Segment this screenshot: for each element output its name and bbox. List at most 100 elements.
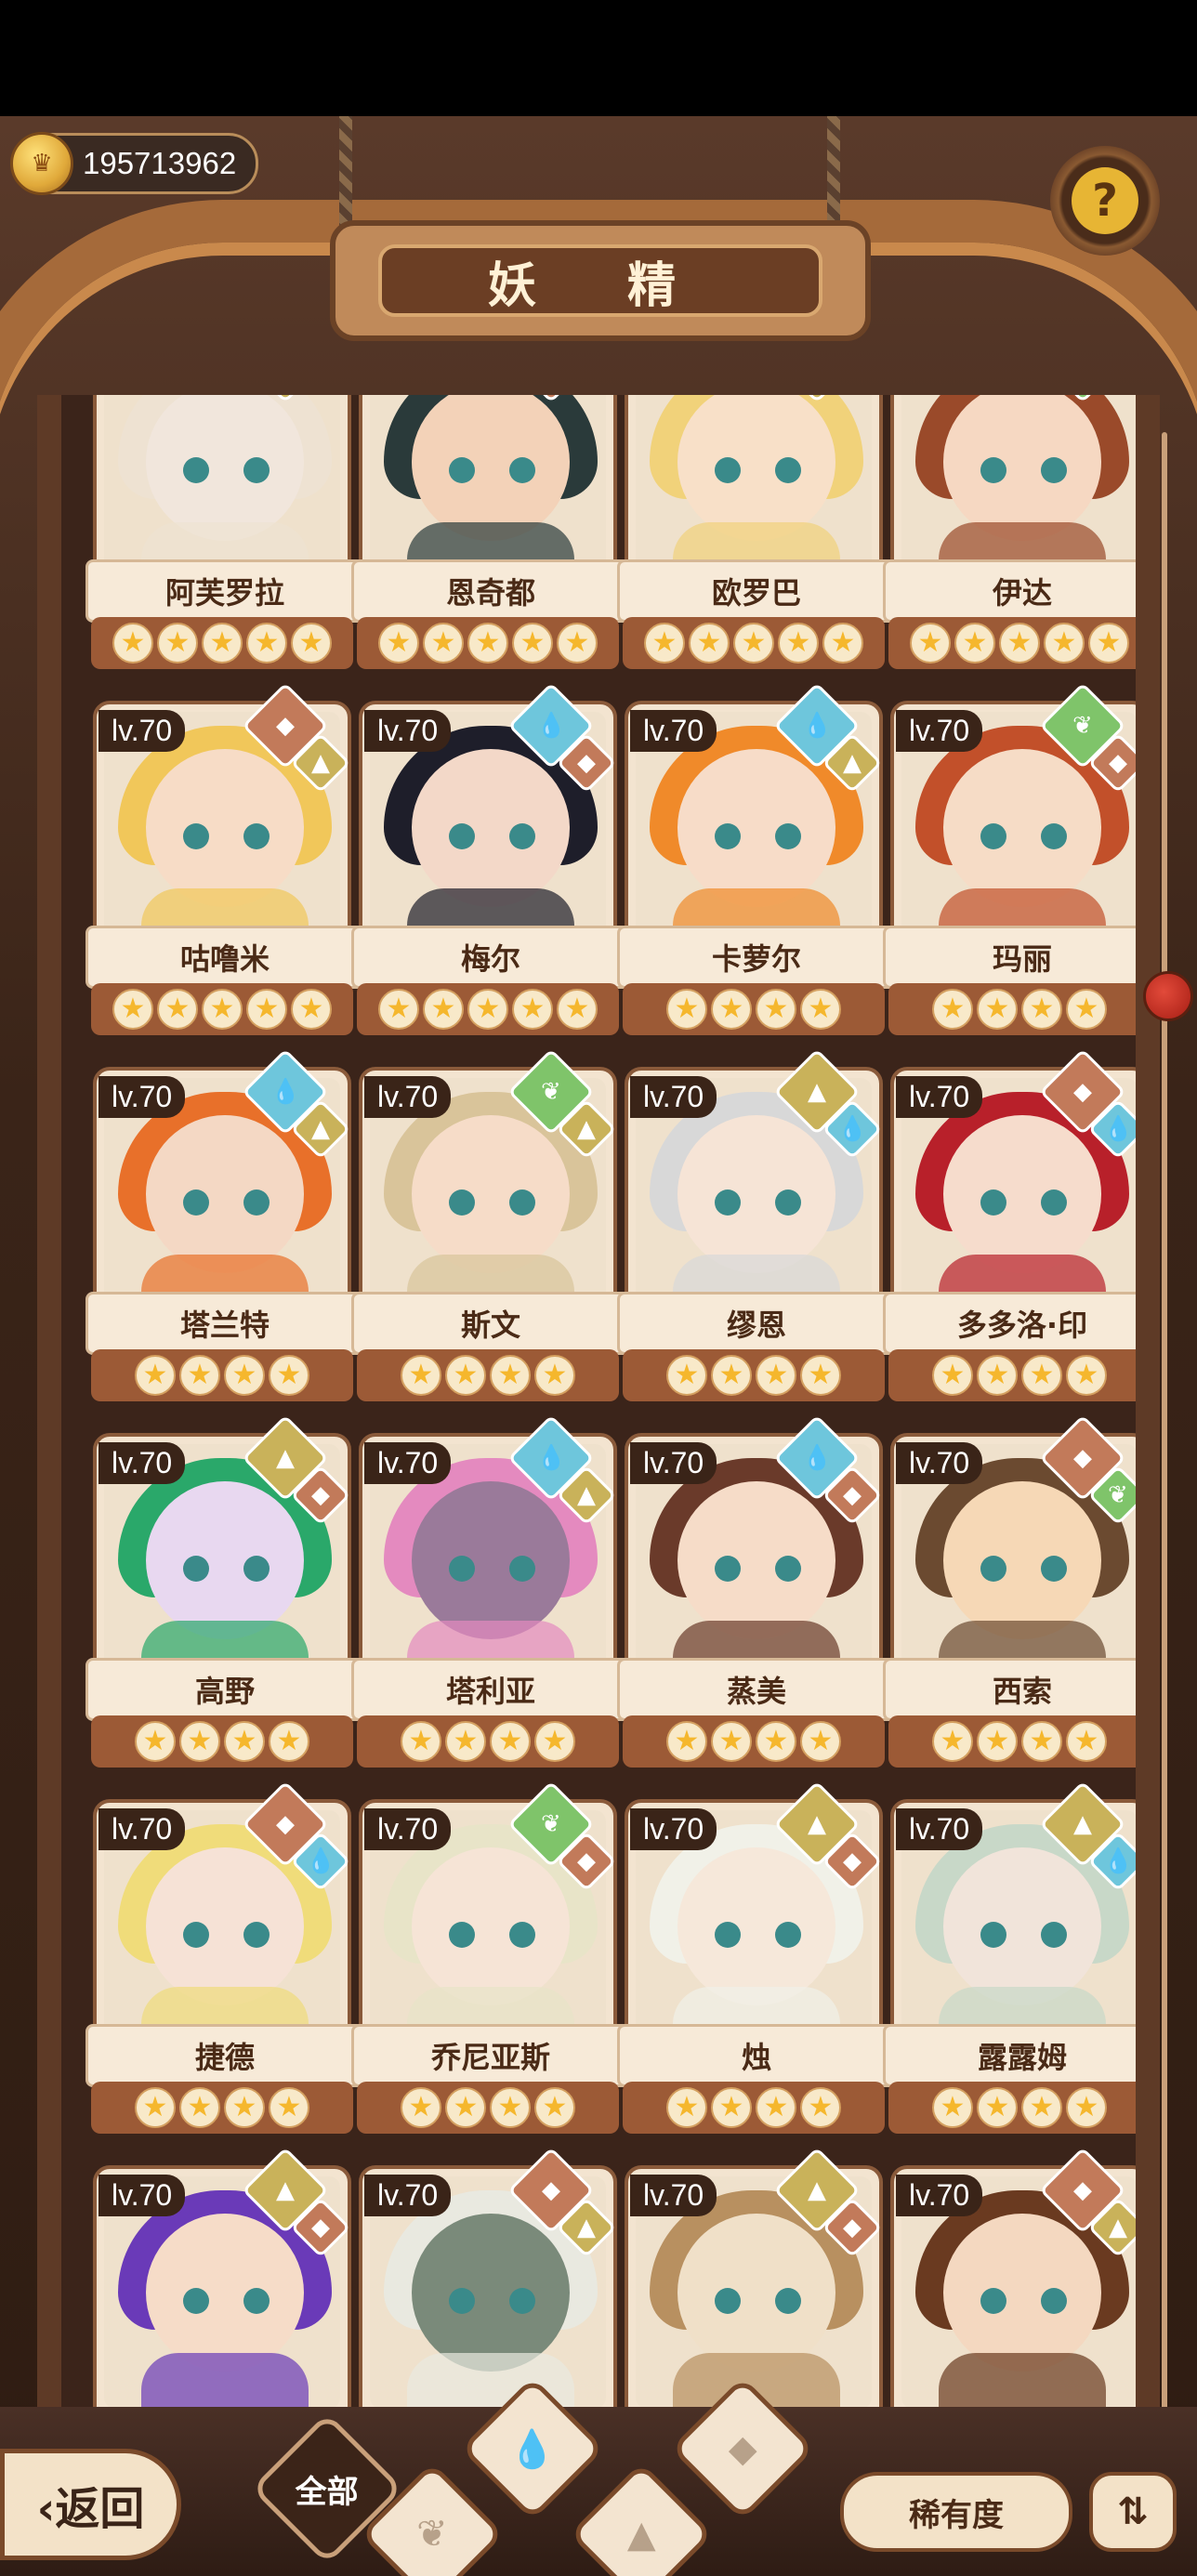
sort-rarity-button[interactable]: 稀有度 xyxy=(840,2472,1072,2552)
star-icon: ★ xyxy=(644,623,685,664)
star-icon: ★ xyxy=(932,989,973,1030)
fairy-card[interactable]: lv.70 💧 ▲ 塔兰特 ★ ★ ★ ★ xyxy=(86,1048,364,1401)
fairy-level: lv.70 xyxy=(99,1808,186,1850)
star-icon: ★ xyxy=(445,1721,486,1762)
star-icon: ★ xyxy=(666,989,707,1030)
fairy-stars: ★ ★ ★ ★ ★ xyxy=(91,617,353,669)
star-icon: ★ xyxy=(512,989,553,1030)
scrollbar-track[interactable] xyxy=(1162,432,1167,2430)
fairy-stars: ★ ★ ★ ★ xyxy=(623,1349,885,1401)
fairy-card[interactable]: lv.70 ◆ 💧 捷德 ★ ★ ★ ★ xyxy=(86,1781,364,2134)
fairy-level: lv.70 xyxy=(896,1808,983,1850)
fairy-level: lv.70 xyxy=(99,1076,186,1118)
star-icon: ★ xyxy=(1066,989,1107,1030)
star-icon: ★ xyxy=(224,1355,265,1396)
fairy-level: lv.70 xyxy=(896,1076,983,1118)
fairy-card[interactable]: ◆恩奇都★★★★★ xyxy=(351,395,630,669)
fairy-card[interactable]: lv.70 ▲ 💧 缪恩 ★ ★ ★ ★ xyxy=(617,1048,896,1401)
fairy-card[interactable]: lv.70 ▲ 💧 露露姆 ★ ★ ★ ★ xyxy=(883,1781,1136,2134)
star-icon: ★ xyxy=(135,1721,176,1762)
star-icon: ★ xyxy=(467,623,508,664)
star-icon: ★ xyxy=(202,989,243,1030)
star-icon: ★ xyxy=(800,1355,841,1396)
star-icon: ★ xyxy=(1021,989,1062,1030)
filter-mountain-button[interactable]: ▲ xyxy=(569,2462,714,2576)
fairy-card[interactable]: lv.70 ▲ ◆ xyxy=(93,2147,351,2439)
game-screen: ♛ 195713962 ? 妖 精 ▲阿芙罗拉★★★★★◆恩奇都★★★★★▲欧罗… xyxy=(0,116,1197,2576)
star-icon: ★ xyxy=(423,623,464,664)
fairy-card[interactable]: lv.70 💧 ▲ 卡萝尔 ★ ★ ★ ★ xyxy=(617,682,896,1035)
fairy-portrait xyxy=(370,395,606,578)
page-title: 妖 精 xyxy=(378,244,822,317)
star-icon: ★ xyxy=(932,1355,973,1396)
fairy-card[interactable]: lv.70 ❦ ▲ 斯文 ★ ★ ★ ★ xyxy=(351,1048,630,1401)
star-icon: ★ xyxy=(1044,623,1085,664)
fairy-card[interactable]: lv.70 ◆ 💧 多多洛·印 ★ ★ ★ ★ xyxy=(883,1048,1136,1401)
star-icon: ★ xyxy=(756,1721,796,1762)
fairy-card[interactable]: lv.70 ◆ ❦ 西索 ★ ★ ★ ★ xyxy=(883,1414,1136,1768)
fairy-card[interactable]: lv.70 ▲ ◆ 烛 ★ ★ ★ ★ xyxy=(617,1781,896,2134)
star-icon: ★ xyxy=(756,2087,796,2128)
star-icon: ★ xyxy=(202,623,243,664)
fairy-name: 蒸美 xyxy=(617,1658,896,1721)
fairy-name: 多多洛·印 xyxy=(883,1292,1136,1355)
fairy-level: lv.70 xyxy=(896,1442,983,1484)
star-icon: ★ xyxy=(490,1721,531,1762)
fairy-card[interactable]: ▲阿芙罗拉★★★★★ xyxy=(86,395,364,669)
fairy-card[interactable]: lv.70 ❦ ◆ 乔尼亚斯 ★ ★ ★ ★ xyxy=(351,1781,630,2134)
fairy-level: lv.70 xyxy=(364,1808,452,1850)
star-icon: ★ xyxy=(1066,2087,1107,2128)
fairy-list-panel[interactable]: ▲阿芙罗拉★★★★★◆恩奇都★★★★★▲欧罗巴★★★★★❦伊达★★★★★lv.7… xyxy=(37,395,1160,2439)
scrollbar-thumb[interactable] xyxy=(1143,971,1193,1021)
fairy-card[interactable]: ▲欧罗巴★★★★★ xyxy=(617,395,896,669)
sort-order-icon[interactable]: ⇅ xyxy=(1089,2472,1177,2552)
fairy-level: lv.70 xyxy=(364,710,452,752)
fairy-card[interactable]: lv.70 ◆ ▲ xyxy=(890,2147,1136,2439)
back-button[interactable]: ‹返回 xyxy=(0,2449,181,2560)
star-icon: ★ xyxy=(932,1721,973,1762)
filter-all-label: 全部 xyxy=(296,2473,359,2511)
fairy-stars: ★ ★ ★ ★ xyxy=(623,1715,885,1768)
star-icon: ★ xyxy=(711,1355,752,1396)
fairy-card[interactable]: ❦伊达★★★★★ xyxy=(883,395,1136,669)
fairy-name: 咕噜米 xyxy=(86,926,364,989)
fairy-card[interactable]: lv.70 💧 ▲ 塔利亚 ★ ★ ★ ★ xyxy=(351,1414,630,1768)
star-icon: ★ xyxy=(378,989,419,1030)
fairy-card[interactable]: lv.70 ◆ ▲ xyxy=(359,2147,617,2439)
fairy-stars: ★ ★ ★ ★ xyxy=(888,2082,1136,2134)
fairy-level: lv.70 xyxy=(364,1442,452,1484)
fairy-name: 烛 xyxy=(617,2024,896,2087)
fairy-card[interactable]: lv.70 💧 ◆ 蒸美 ★ ★ ★ ★ xyxy=(617,1414,896,1768)
star-icon: ★ xyxy=(534,1721,575,1762)
star-icon: ★ xyxy=(246,989,287,1030)
fairy-name: 卡萝尔 xyxy=(617,926,896,989)
star-icon: ★ xyxy=(977,1721,1018,1762)
star-icon: ★ xyxy=(269,1721,309,1762)
question-sprout-icon: ? xyxy=(1072,167,1138,234)
fairy-card[interactable]: lv.70 ◆ ▲ 咕噜米 ★ ★ ★ ★ ★ xyxy=(86,682,364,1035)
fairy-level: lv.70 xyxy=(364,1076,452,1118)
star-icon: ★ xyxy=(756,1355,796,1396)
star-icon: ★ xyxy=(112,989,153,1030)
help-button[interactable]: ? xyxy=(1050,146,1160,256)
star-icon: ★ xyxy=(1066,1721,1107,1762)
fairy-card[interactable]: lv.70 ▲ ◆ 高野 ★ ★ ★ ★ xyxy=(86,1414,364,1768)
fairy-level: lv.70 xyxy=(630,710,717,752)
fairy-name: 玛丽 xyxy=(883,926,1136,989)
star-icon: ★ xyxy=(157,989,198,1030)
star-icon: ★ xyxy=(1021,1721,1062,1762)
fairy-stars: ★ ★ ★ ★ xyxy=(357,1715,619,1768)
fairy-stars: ★ ★ ★ ★ ★ xyxy=(623,617,885,669)
fairy-card[interactable]: lv.70 💧 ◆ 梅尔 ★ ★ ★ ★ ★ xyxy=(351,682,630,1035)
fairy-name: 塔利亚 xyxy=(351,1658,630,1721)
bottom-bar: ‹返回 全部 💧 ❦ ▲ ◆ 稀有度 ⇅ xyxy=(0,2376,1197,2576)
star-icon: ★ xyxy=(910,623,951,664)
star-icon: ★ xyxy=(401,2087,441,2128)
star-icon: ★ xyxy=(269,1355,309,1396)
fairy-card[interactable]: lv.70 ❦ ◆ 玛丽 ★ ★ ★ ★ xyxy=(883,682,1136,1035)
fairy-name: 阿芙罗拉 xyxy=(86,559,364,623)
star-icon: ★ xyxy=(666,2087,707,2128)
star-icon: ★ xyxy=(557,623,598,664)
star-icon: ★ xyxy=(135,1355,176,1396)
star-icon: ★ xyxy=(445,1355,486,1396)
